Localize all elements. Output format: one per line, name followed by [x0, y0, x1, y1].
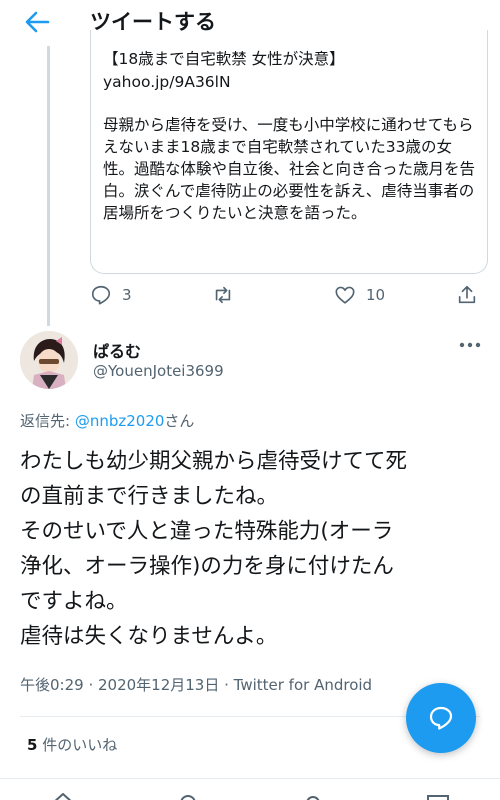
likes-count: 5 — [27, 736, 38, 754]
tweet-timestamp-source[interactable]: 午後0:29 · 2020年12月13日 · Twitter for Andro… — [20, 674, 372, 695]
reply-button[interactable]: 3 — [90, 284, 132, 306]
reply-to-suffix: さん — [164, 412, 195, 430]
likes-label: 件のいいね — [37, 736, 118, 754]
avatar-illustration — [20, 331, 78, 389]
reply-icon — [91, 285, 111, 305]
tweet-text: わたしも幼少期父親から虐待受けてて死 の直前まで行きましたね。 そのせいで人と違… — [20, 449, 408, 649]
chat-bubble-icon — [429, 706, 453, 730]
reply-count: 3 — [122, 286, 132, 304]
retweet-button[interactable] — [212, 284, 234, 306]
share-button[interactable] — [456, 284, 478, 306]
search-icon[interactable] — [175, 793, 201, 800]
thread-connector-line — [47, 46, 50, 326]
bottom-navigation — [0, 778, 500, 800]
retweet-icon — [215, 286, 231, 304]
user-handle[interactable]: @YouenJotei3699 — [93, 362, 224, 380]
reply-to-prefix: 返信先: — [20, 412, 75, 430]
arrow-left-icon[interactable] — [24, 10, 50, 34]
more-options-icon[interactable] — [458, 340, 482, 350]
likes-summary[interactable]: 5 件のいいね — [27, 734, 117, 755]
like-button[interactable]: 10 — [334, 284, 385, 306]
notifications-icon[interactable] — [300, 793, 326, 800]
card-description: 母親から虐待を受け、一度も小中学校に通わせてもらえないまま18歳まで自宅軟禁され… — [103, 116, 476, 222]
avatar[interactable] — [20, 331, 78, 389]
card-link[interactable]: yahoo.jp/9A36lN — [103, 70, 475, 94]
card-title: 【18歳まで自宅軟禁 女性が決意】 — [103, 50, 345, 68]
messages-icon[interactable] — [425, 793, 451, 800]
reply-to-line: 返信先: @nnbz2020さん — [20, 410, 194, 431]
reply-to-mention[interactable]: @nnbz2020 — [75, 412, 165, 430]
display-name[interactable]: ぱるむ — [93, 338, 141, 362]
link-preview-card[interactable]: 【18歳まで自宅軟禁 女性が決意】 yahoo.jp/9A36lN 母親から虐待… — [90, 30, 488, 274]
share-icon — [458, 285, 476, 304]
heart-icon — [335, 286, 355, 304]
home-icon[interactable] — [50, 793, 76, 800]
compose-reply-button[interactable] — [406, 683, 476, 753]
parent-tweet-actions: 3 10 — [90, 284, 490, 312]
like-count: 10 — [366, 286, 386, 304]
